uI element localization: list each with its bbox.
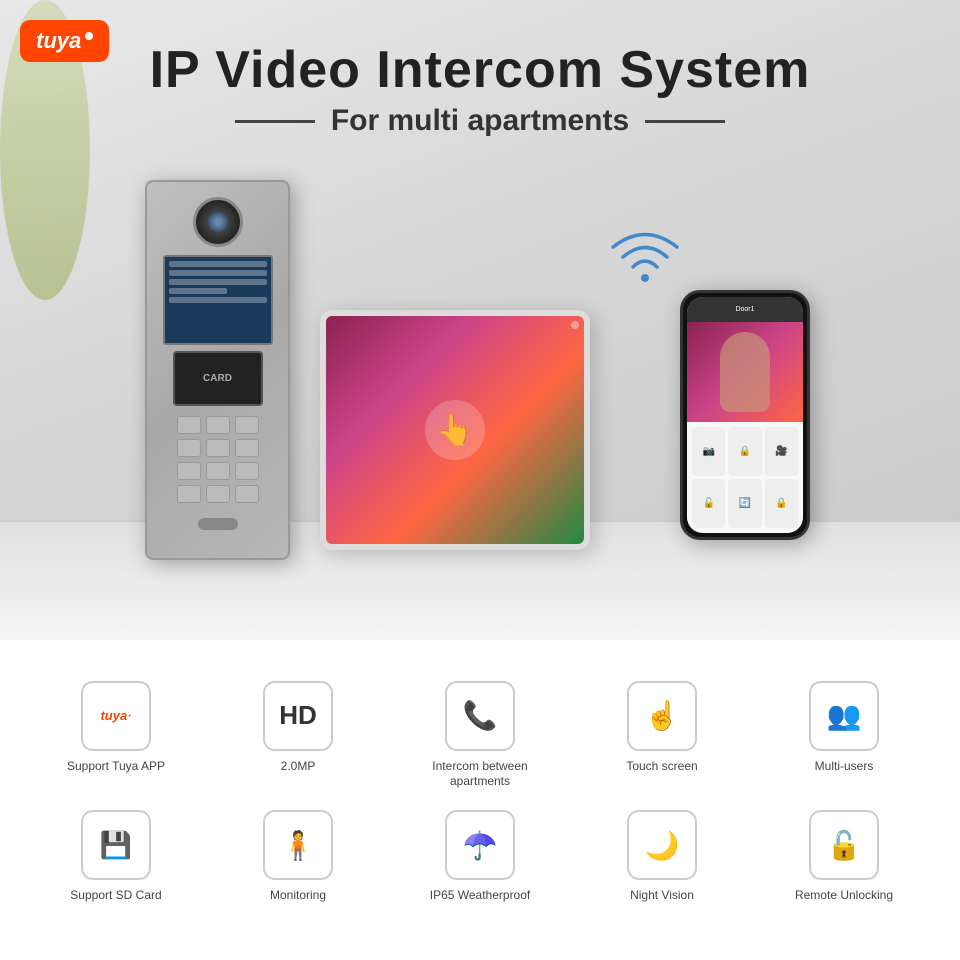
phone-ctrl-5: 🔄 <box>728 479 761 528</box>
screen-line-3 <box>169 279 267 285</box>
phone-controls: 📷 🔒 🎥 🔓 🔄 🔒 <box>687 422 803 533</box>
camera-lens <box>193 197 243 247</box>
feature-multiusers: 👥 Multi-users <box>758 681 930 790</box>
intercom-icon: 📞 <box>463 699 498 732</box>
multiusers-label: Multi-users <box>815 759 874 775</box>
dash-left <box>235 120 315 123</box>
screen-line-2 <box>169 270 267 276</box>
subtitle-text: For multi apartments <box>331 104 629 138</box>
main-title: IP Video Intercom System <box>0 40 960 100</box>
features-grid: tuya· Support Tuya APP HD 2.0MP 📞 Interc… <box>30 681 930 919</box>
hd-label: 2.0MP <box>281 759 316 775</box>
multiusers-icon: 👥 <box>827 699 862 732</box>
panel-screen <box>163 255 273 345</box>
phone-ctrl-1: 📷 <box>692 427 725 476</box>
key-7 <box>177 462 201 480</box>
phone-ctrl-3: 🎥 <box>765 427 798 476</box>
phone-ctrl-2: 🔒 <box>728 427 761 476</box>
feature-intercom: 📞 Intercom betweenapartments <box>394 681 566 790</box>
unlocking-icon: 🔓 <box>827 829 862 862</box>
bottom-section: tuya· Support Tuya APP HD 2.0MP 📞 Interc… <box>0 640 960 960</box>
hd-icon-box: HD <box>263 681 333 751</box>
key-9 <box>235 462 259 480</box>
key-1 <box>177 416 201 434</box>
feature-hd: HD 2.0MP <box>212 681 384 790</box>
key-5 <box>206 439 230 457</box>
key-2 <box>206 416 230 434</box>
feature-sdcard: 💾 Support SD Card <box>30 810 202 919</box>
touch-label: Touch screen <box>626 759 697 775</box>
key-6 <box>235 439 259 457</box>
sdcard-label: Support SD Card <box>70 888 161 904</box>
key-star <box>177 485 201 503</box>
key-3 <box>235 416 259 434</box>
unlocking-icon-box: 🔓 <box>809 810 879 880</box>
nightvision-icon-box: 🌙 <box>627 810 697 880</box>
feature-unlocking: 🔓 Remote Unlocking <box>758 810 930 919</box>
sdcard-icon-box: 💾 <box>81 810 151 880</box>
key-0 <box>206 485 230 503</box>
monitor-screen: 👆 <box>326 316 584 544</box>
subtitle-line: For multi apartments <box>0 104 960 138</box>
tuya-app-label: Support Tuya APP <box>67 759 165 775</box>
screen-line-5 <box>169 297 267 303</box>
hd-icon: HD <box>279 700 317 731</box>
tuya-app-icon-box: tuya· <box>81 681 151 751</box>
feature-monitoring: 🧍 Monitoring <box>212 810 384 919</box>
weatherproof-icon: ☂️ <box>463 829 498 862</box>
top-section: tuya IP Video Intercom System For multi … <box>0 0 960 640</box>
sdcard-icon: 💾 <box>100 830 132 861</box>
weatherproof-icon-box: ☂️ <box>445 810 515 880</box>
wifi-signal <box>605 220 685 305</box>
phone-screen: Door1 📷 🔒 🎥 🔓 🔄 🔒 <box>687 297 803 533</box>
monitor-device: 👆 <box>320 310 590 550</box>
phone-image-area <box>687 322 803 422</box>
touch-icon: 👆 <box>436 413 473 448</box>
touch-icon-box: ☝️ <box>627 681 697 751</box>
intercom-label: Intercom betweenapartments <box>432 759 527 790</box>
card-label: CARD <box>203 373 232 384</box>
monitoring-label: Monitoring <box>270 888 326 904</box>
key-hash <box>235 485 259 503</box>
fingerprint-area <box>198 518 238 530</box>
feature-nightvision: 🌙 Night Vision <box>576 810 748 919</box>
feature-touch: ☝️ Touch screen <box>576 681 748 790</box>
touch-screen-icon: ☝️ <box>645 699 680 732</box>
screen-line-1 <box>169 261 267 267</box>
card-slot: CARD <box>173 351 263 406</box>
feature-tuya-app: tuya· Support Tuya APP <box>30 681 202 790</box>
phone-ctrl-4: 🔓 <box>692 479 725 528</box>
screen-line-4 <box>169 288 228 294</box>
title-area: IP Video Intercom System For multi apart… <box>0 40 960 138</box>
key-8 <box>206 462 230 480</box>
door-panel-device: CARD <box>145 180 290 560</box>
weatherproof-label: IP65 Weatherproof <box>430 888 531 904</box>
phone-ctrl-6: 🔒 <box>765 479 798 528</box>
tuya-app-icon: tuya· <box>100 708 131 723</box>
multiusers-icon-box: 👥 <box>809 681 879 751</box>
feature-weatherproof: ☂️ IP65 Weatherproof <box>394 810 566 919</box>
tuya-logo-dot <box>85 32 93 40</box>
monitoring-icon: 🧍 <box>281 829 316 862</box>
nightvision-label: Night Vision <box>630 888 694 904</box>
dash-right <box>645 120 725 123</box>
monitoring-icon-box: 🧍 <box>263 810 333 880</box>
phone-device: Door1 📷 🔒 🎥 🔓 🔄 🔒 <box>680 290 810 540</box>
touch-icon-overlay: 👆 <box>425 400 485 460</box>
keypad <box>172 416 264 503</box>
key-4 <box>177 439 201 457</box>
unlocking-label: Remote Unlocking <box>795 888 893 904</box>
nightvision-icon: 🌙 <box>645 829 680 862</box>
phone-header: Door1 <box>687 297 803 322</box>
intercom-icon-box: 📞 <box>445 681 515 751</box>
